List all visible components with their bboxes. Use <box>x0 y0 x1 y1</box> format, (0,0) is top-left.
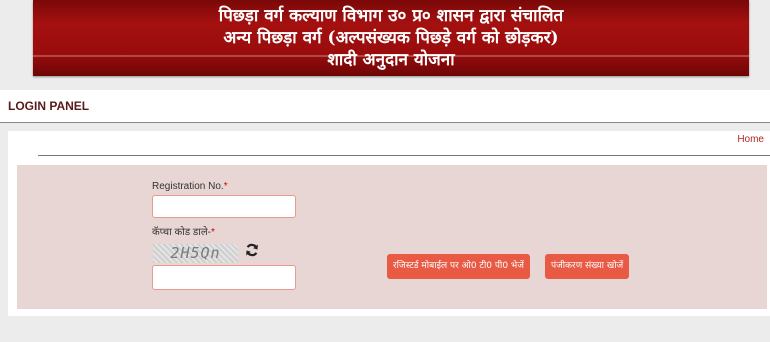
divider <box>38 155 770 156</box>
captcha-label: कॅप्चा कोड डाले-* <box>152 227 215 238</box>
login-form: Registration No.* कॅप्चा कोड डाले-* 2H5Q… <box>17 165 767 309</box>
login-panel-title: LOGIN PANEL <box>8 99 90 113</box>
header-banner: पिछड़ा वर्ग कल्याण विभाग उ० प्र० शासन द्… <box>33 0 749 76</box>
registration-input[interactable] <box>152 195 296 218</box>
banner-line-2: अन्य पिछड़ा वर्ग (अल्पसंख्यक पिछड़े वर्ग… <box>223 28 559 48</box>
captcha-input[interactable] <box>152 265 296 290</box>
home-link[interactable]: Home <box>737 134 764 145</box>
refresh-icon[interactable] <box>245 243 259 261</box>
send-otp-button[interactable]: रजिस्टर्ड मोबाईल पर ओ0 टी0 पी0 भेजें <box>387 254 530 279</box>
find-registration-button[interactable]: पंजीकरण संख्या खोजें <box>545 254 630 279</box>
captcha-image: 2H5Qn <box>153 244 238 263</box>
login-panel-bar: LOGIN PANEL <box>0 90 770 123</box>
registration-label: Registration No.* <box>152 181 228 192</box>
banner-line-3: शादी अनुदान योजना <box>327 50 455 70</box>
banner-stripe <box>33 55 749 57</box>
content-panel: Home Registration No.* कॅप्चा कोड डाले-*… <box>8 131 770 316</box>
refresh-icon-svg <box>246 243 258 257</box>
banner-line-1: पिछड़ा वर्ग कल्याण विभाग उ० प्र० शासन द्… <box>218 6 564 26</box>
